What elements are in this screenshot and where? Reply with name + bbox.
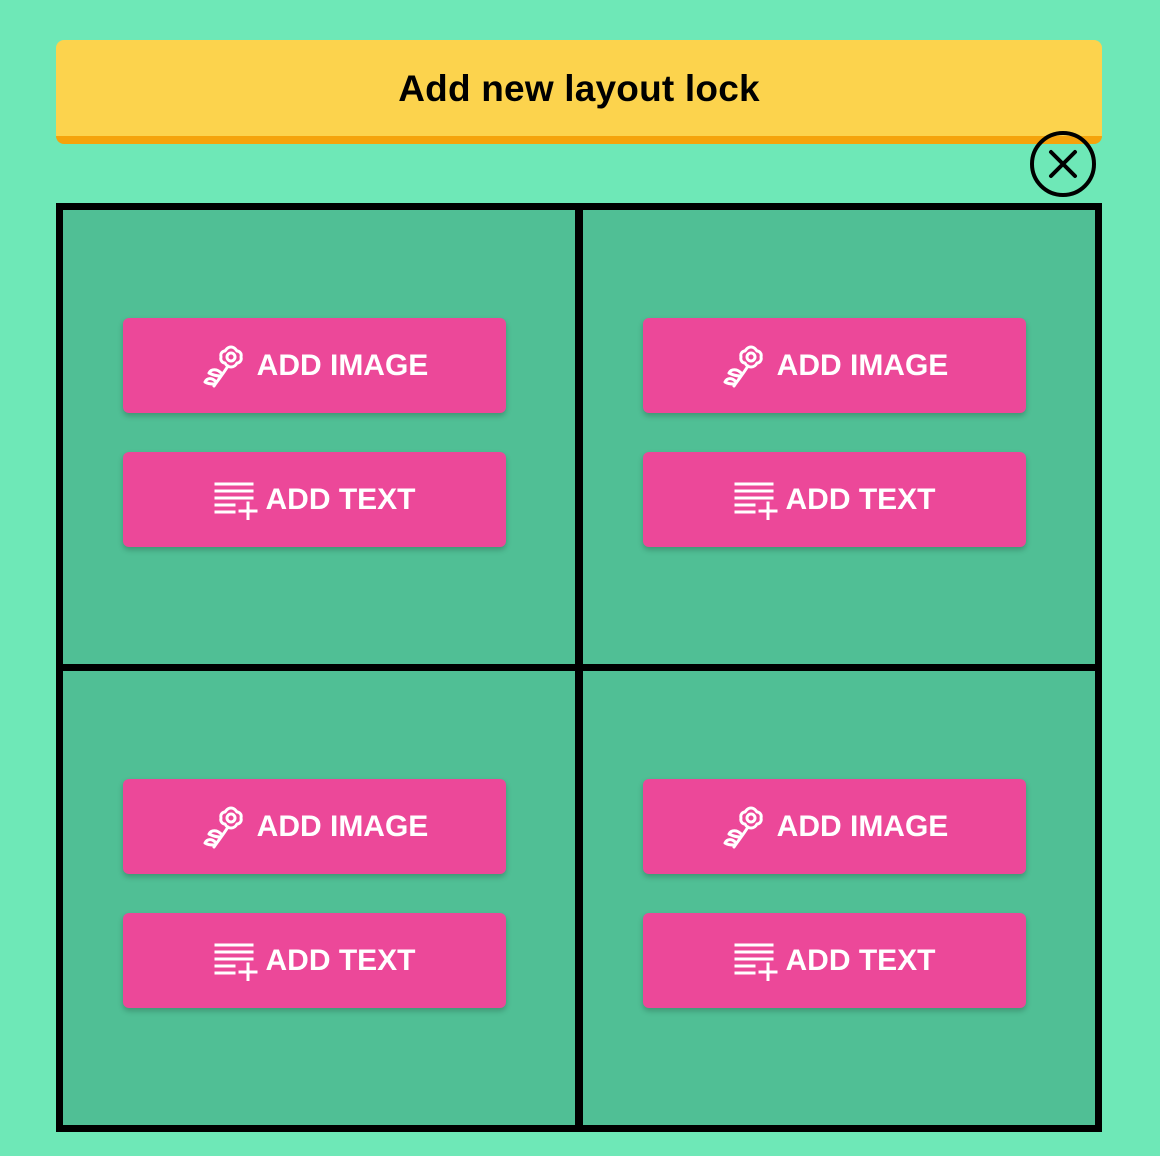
add-text-button[interactable]: ADD TEXT — [123, 913, 506, 1008]
flower-icon — [721, 803, 769, 851]
list-add-icon — [734, 480, 778, 520]
add-text-label: ADD TEXT — [785, 943, 936, 977]
add-image-label: ADD IMAGE — [776, 348, 949, 382]
list-add-icon — [214, 480, 258, 520]
add-text-label: ADD TEXT — [785, 482, 936, 516]
list-add-icon — [214, 941, 258, 981]
flower-icon — [721, 342, 769, 390]
add-text-button[interactable]: ADD TEXT — [643, 452, 1026, 547]
list-add-icon — [734, 941, 778, 981]
layout-cell-top-right: ADD IMAGE ADD TEXT — [583, 210, 1095, 664]
add-image-button[interactable]: ADD IMAGE — [643, 779, 1026, 874]
close-button[interactable] — [1030, 131, 1096, 197]
add-text-label: ADD TEXT — [265, 943, 416, 977]
add-text-button[interactable]: ADD TEXT — [643, 913, 1026, 1008]
layout-cell-top-left: ADD IMAGE ADD TEXT — [63, 210, 575, 664]
add-image-button[interactable]: ADD IMAGE — [643, 318, 1026, 413]
layout-cell-bottom-right: ADD IMAGE ADD TEXT — [583, 671, 1095, 1125]
add-text-label: ADD TEXT — [265, 482, 416, 516]
add-image-label: ADD IMAGE — [256, 809, 429, 843]
flower-icon — [201, 342, 249, 390]
layout-grid: ADD IMAGE ADD TEXT ADD IMAGE ADD TEXT AD… — [56, 203, 1102, 1132]
close-icon — [1049, 150, 1077, 178]
header-bar: Add new layout lock — [56, 40, 1102, 144]
add-image-button[interactable]: ADD IMAGE — [123, 318, 506, 413]
add-text-button[interactable]: ADD TEXT — [123, 452, 506, 547]
flower-icon — [201, 803, 249, 851]
add-image-label: ADD IMAGE — [776, 809, 949, 843]
layout-cell-bottom-left: ADD IMAGE ADD TEXT — [63, 671, 575, 1125]
page-title: Add new layout lock — [398, 68, 760, 109]
add-image-button[interactable]: ADD IMAGE — [123, 779, 506, 874]
add-image-label: ADD IMAGE — [256, 348, 429, 382]
